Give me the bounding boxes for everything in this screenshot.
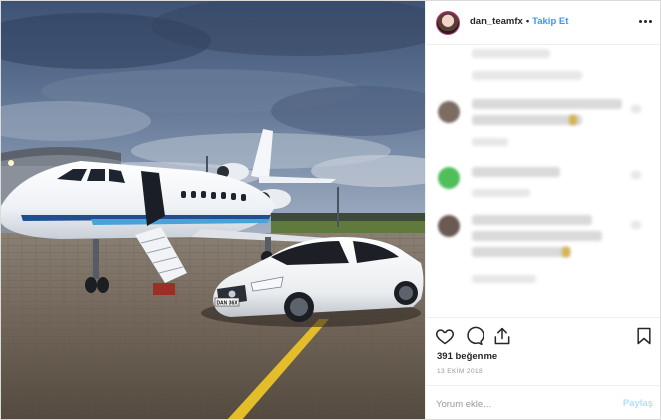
share-icon[interactable] [492,326,512,346]
blurred-comment-meta [472,275,536,283]
header-user-line: dan_teamfx • Takip Et [470,16,568,27]
blurred-caption-line [472,49,550,58]
blurred-commenter-avatar [438,215,460,237]
blurred-comment-meta [472,138,508,146]
blurred-caption-line [472,71,582,80]
blurred-like-icon [631,221,641,229]
separator-dot: • [525,16,530,27]
blurred-emoji [569,115,577,125]
jet-and-car-photo: DAN 36X [1,1,425,419]
bookmark-icon[interactable] [634,326,654,346]
add-comment-bar: Paylaş [426,385,660,419]
license-plate-text: DAN 36X [216,301,238,307]
blurred-comment-line [472,167,560,177]
post-photo[interactable]: DAN 36X [1,1,425,419]
blurred-comment-line [472,115,582,125]
blurred-commenter-avatar [438,167,460,189]
blurred-comment-line [472,247,570,257]
blurred-like-icon [631,171,641,179]
instagram-post: DAN 36X dan_teamfx • Takip Et 391 beğenm… [0,0,661,420]
username-link[interactable]: dan_teamfx [470,16,523,27]
avatar[interactable] [436,11,460,35]
blurred-like-icon [631,105,641,113]
post-date: 13 EKİM 2018 [437,368,483,375]
blurred-comment-meta [472,189,530,197]
comments-list [426,45,660,317]
comment-bubble-icon[interactable] [464,326,484,346]
heart-icon[interactable] [435,326,455,346]
post-header: dan_teamfx • Takip Et [426,1,660,45]
blurred-comment-line [472,215,592,225]
follow-button[interactable]: Takip Et [532,16,568,27]
blurred-comment-line [472,231,602,241]
blurred-commenter-avatar [438,101,460,123]
post-side-panel: dan_teamfx • Takip Et 391 beğenme 13 EKİ… [425,1,660,419]
comment-input[interactable] [436,395,606,413]
post-comment-button[interactable]: Paylaş [623,398,653,409]
more-options-icon[interactable] [635,11,655,31]
blurred-emoji [562,247,570,257]
blurred-comment-line [472,99,622,109]
likes-count[interactable]: 391 beğenme [437,351,497,362]
